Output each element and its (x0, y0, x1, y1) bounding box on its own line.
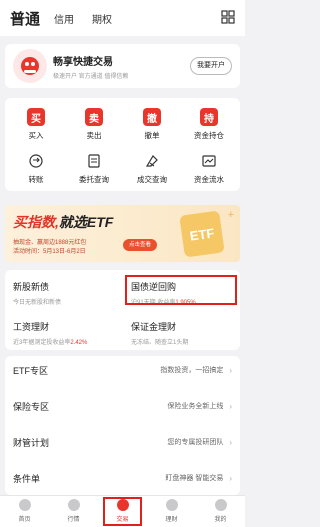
order-query-label: 委托查询 (79, 175, 109, 184)
trade-query-label: 成交查询 (137, 175, 167, 184)
cancel-order-icon: 撤 (143, 108, 161, 126)
margin-wealth-desc: 无冻结、随查立1头期 (131, 340, 189, 346)
list-item-desc: 盯盘神器 智能交易 (165, 475, 224, 482)
tab-options[interactable]: 期权 (92, 11, 112, 26)
tab-normal[interactable]: 普通 (10, 8, 40, 29)
list-item-name: 条件单 (13, 473, 41, 484)
transfer-button[interactable]: 转账 (7, 152, 65, 185)
list-item-desc: 您的专属投研团队 (167, 439, 224, 446)
fund-flow-icon (200, 152, 218, 170)
buy-button[interactable]: 买 买入 (7, 108, 65, 141)
nav-profile[interactable]: 我的 (196, 499, 245, 523)
bottom-nav: 首页 行情 交易 理财 我的 (0, 495, 245, 527)
grid-icon[interactable] (221, 10, 235, 24)
list-item-name: 财管计划 (13, 437, 50, 448)
products-panel: 新股新债 今日无新股和新债 国债逆回购 沪91天期 收益率1.905% 工资理财… (5, 270, 240, 350)
salary-wealth-desc: 近3年据测定投收益率2.42% (13, 340, 88, 346)
open-account-title: 畅享快捷交易 (53, 56, 113, 68)
nav-trade-highlight (103, 497, 142, 526)
chevron-right-icon: › (229, 401, 232, 411)
transfer-label: 转账 (28, 175, 44, 184)
nav-market-label: 行情 (67, 517, 80, 523)
margin-wealth-item[interactable]: 保证金理财 无冻结、随查立1头期 (131, 320, 241, 346)
list-item-desc: 保险业务全新上线 (167, 403, 224, 410)
fund-flow-label: 资金流水 (194, 175, 224, 184)
market-icon (67, 499, 80, 511)
chevron-right-icon: › (229, 437, 232, 447)
ad-line-2: 活动时间：5月13日-6月2日 (13, 249, 86, 255)
list-item[interactable]: 条件单 盯盘神器 智能交易 › (5, 464, 240, 492)
etf-badge-icon: ETF (179, 210, 225, 258)
trade-query-button[interactable]: 成交查询 (123, 152, 181, 185)
salary-wealth-title: 工资理财 (13, 322, 50, 332)
cancel-order-button[interactable]: 撤 撤单 (123, 108, 181, 141)
order-query-button[interactable]: 委托查询 (65, 152, 123, 185)
nav-profile-label: 我的 (214, 517, 227, 523)
list-item[interactable]: 保险专区 保险业务全新上线 › (5, 392, 240, 420)
reverse-repo-highlight (125, 275, 237, 305)
list-item-name: ETF专区 (13, 365, 48, 376)
mascot-icon (13, 49, 47, 83)
open-account-banner[interactable]: 畅享快捷交易 极速开户 官方通道 值得信赖 我要开户 (5, 44, 240, 88)
holdings-button[interactable]: 持 资金持仓 (180, 108, 238, 141)
list-item-name: 保险专区 (13, 401, 50, 412)
etf-ad-banner[interactable]: 买指数,就选ETF 抽现金、赢周边1888元红包 活动时间：5月13日-6月2日… (5, 205, 240, 262)
nav-home-label: 首页 (18, 517, 31, 523)
cancel-order-label: 撤单 (144, 131, 160, 140)
transfer-icon (27, 152, 45, 170)
sell-icon: 卖 (85, 108, 103, 126)
profile-icon (214, 499, 227, 511)
trade-query-icon (143, 152, 161, 170)
ad-headline: 买指数,就选ETF (13, 214, 114, 230)
tab-credit[interactable]: 信用 (54, 11, 74, 26)
top-bar: 普通 信用 期权 (0, 0, 245, 36)
plus-decoration-icon: + (227, 209, 234, 221)
open-account-subtitle: 极速开户 官方通道 值得信赖 (53, 73, 129, 80)
chevron-right-icon: › (229, 365, 232, 375)
wealth-icon (165, 499, 178, 511)
nav-wealth[interactable]: 理财 (147, 499, 196, 523)
margin-wealth-title: 保证金理财 (131, 322, 177, 332)
ad-view-button[interactable]: 点击查看 (123, 239, 158, 251)
buy-icon: 买 (27, 108, 45, 126)
service-list: ETF专区 指数投资，一招搞定 › 保险专区 保险业务全新上线 › 财管计划 您… (5, 356, 240, 495)
chevron-right-icon: › (229, 473, 232, 483)
open-account-button[interactable]: 我要开户 (190, 57, 232, 75)
salary-wealth-item[interactable]: 工资理财 近3年据测定投收益率2.42% (13, 320, 123, 346)
sell-button[interactable]: 卖 卖出 (65, 108, 123, 141)
fund-flow-button[interactable]: 资金流水 (180, 152, 238, 185)
new-ipo-desc: 今日无新股和新债 (13, 300, 62, 306)
quick-actions-grid: 买 买入 卖 卖出 撤 撤单 持 资金持仓 转账 委托查询 成交查询 资金流水 (5, 98, 240, 191)
new-ipo-title: 新股新债 (13, 282, 50, 292)
nav-wealth-label: 理财 (165, 517, 178, 523)
buy-label: 买入 (28, 131, 44, 140)
nav-home[interactable]: 首页 (0, 499, 49, 523)
list-item[interactable]: 财管计划 您的专属投研团队 › (5, 428, 240, 456)
holdings-icon: 持 (200, 108, 218, 126)
holdings-label: 资金持仓 (194, 131, 224, 140)
nav-market[interactable]: 行情 (49, 499, 98, 523)
home-icon (18, 499, 31, 511)
list-item[interactable]: ETF专区 指数投资，一招搞定 › (5, 356, 240, 384)
new-ipo-item[interactable]: 新股新债 今日无新股和新债 (13, 280, 123, 306)
sell-label: 卖出 (86, 131, 102, 140)
order-query-icon (85, 152, 103, 170)
ad-line-1: 抽现金、赢周边1888元红包 (13, 240, 87, 246)
list-item-desc: 指数投资，一招搞定 (160, 367, 224, 374)
